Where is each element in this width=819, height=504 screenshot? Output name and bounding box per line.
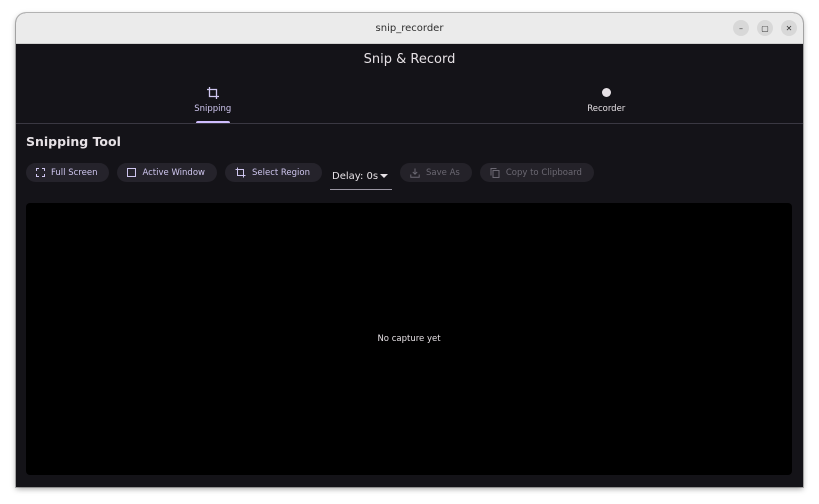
fullscreen-icon (36, 168, 45, 177)
active-tab-indicator (195, 121, 230, 123)
select-region-label: Select Region (251, 167, 311, 178)
download-icon (410, 168, 420, 178)
delay-select[interactable]: Delay: 0s (330, 163, 393, 190)
record-dot-icon (601, 85, 611, 101)
minimize-icon: – (739, 23, 743, 33)
close-button[interactable]: ✕ (781, 20, 797, 36)
copy-icon (490, 167, 500, 178)
copy-to-clipboard-button[interactable]: Copy to Clipboard (479, 163, 594, 182)
save-as-label: Save As (426, 167, 460, 178)
delay-value: Delay: 0s (332, 170, 379, 182)
app-title: Snip & Record (363, 52, 456, 67)
crop-icon (206, 85, 220, 101)
tab-bar: Snipping Recorder (16, 75, 803, 124)
app-bar: Snip & Record (16, 44, 803, 75)
full-screen-button[interactable]: Full Screen (26, 163, 110, 182)
chevron-down-icon (380, 174, 389, 178)
snip-toolbar: Full Screen Active Window Select Region … (26, 159, 602, 190)
capture-preview: No capture yet (26, 203, 792, 475)
minimize-button[interactable]: – (733, 20, 749, 36)
app-window: snip_recorder – ▢ ✕ Snip & Record Snippi… (16, 13, 803, 487)
select-region-button[interactable]: Select Region (224, 163, 323, 182)
capture-placeholder: No capture yet (377, 334, 441, 344)
copy-to-clipboard-label: Copy to Clipboard (505, 167, 582, 178)
active-window-label: Active Window (142, 167, 205, 178)
section-title: Snipping Tool (26, 134, 121, 149)
title-bar: snip_recorder – ▢ ✕ (16, 13, 803, 44)
tab-recorder[interactable]: Recorder (410, 75, 804, 123)
active-window-button[interactable]: Active Window (117, 163, 217, 182)
tab-snipping-label: Snipping (194, 103, 232, 114)
window-title: snip_recorder (375, 22, 444, 34)
full-screen-label: Full Screen (51, 167, 98, 178)
tab-snipping[interactable]: Snipping (16, 75, 410, 123)
tab-recorder-label: Recorder (587, 103, 626, 114)
maximize-button[interactable]: ▢ (757, 20, 773, 36)
crop-icon (235, 167, 246, 178)
maximize-icon: ▢ (761, 23, 769, 33)
close-icon: ✕ (785, 23, 793, 33)
save-as-button[interactable]: Save As (400, 163, 472, 182)
window-icon (127, 168, 137, 177)
